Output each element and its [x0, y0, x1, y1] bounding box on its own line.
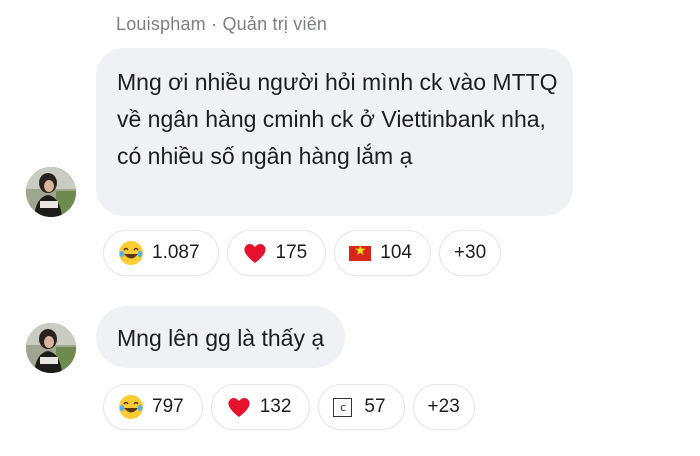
vietnam-flag-icon [349, 243, 372, 261]
author-name[interactable]: Louispham [116, 14, 206, 34]
comment-text: Mng ơi nhiều người hỏi mình ck vào MTTQ … [117, 69, 558, 169]
laughing-emoji-icon [119, 241, 143, 265]
laughing-emoji-icon [119, 395, 143, 419]
reaction-chip-flag[interactable]: 104 [334, 230, 431, 276]
comment-text: Mng lên gg là thấy ạ [117, 325, 325, 351]
avatar[interactable] [26, 167, 76, 217]
reaction-count: 1.087 [152, 242, 200, 263]
comment-thread: Louispham · Quản trị viên Mng ơi nhiều n… [0, 0, 700, 456]
separator: · [205, 14, 223, 34]
more-reactions-count: +30 [453, 242, 487, 263]
more-reactions-button[interactable]: +23 [412, 384, 475, 430]
more-reactions-button[interactable]: +30 [438, 230, 502, 276]
red-heart-icon [228, 398, 250, 417]
reaction-bar: 1.087 175 104 +30 [103, 230, 502, 276]
reaction-count: 132 [259, 396, 292, 417]
reaction-bar: 797 132 c 57 +23 [103, 384, 475, 430]
reaction-chip-heart[interactable]: 132 [210, 384, 311, 430]
comment-bubble[interactable]: Mng lên gg là thấy ạ [96, 306, 346, 368]
reaction-chip-laugh[interactable]: 797 [103, 384, 203, 430]
comment-bubble[interactable]: Mng ơi nhiều người hỏi mình ck vào MTTQ … [96, 48, 573, 216]
more-reactions-count: +23 [427, 396, 460, 417]
reaction-count: 797 [152, 396, 184, 417]
author-role-badge: Quản trị viên [222, 14, 328, 34]
avatar[interactable] [26, 323, 76, 373]
reaction-count: 175 [275, 242, 308, 263]
reaction-count: 57 [364, 396, 386, 417]
red-heart-icon [243, 244, 266, 263]
reaction-chip-boxed[interactable]: c 57 [318, 384, 405, 430]
comment-author-line: Louispham · Quản trị viên [116, 14, 327, 35]
boxed-c-icon: c [333, 397, 353, 417]
reaction-chip-heart[interactable]: 175 [226, 230, 327, 276]
reaction-chip-laugh[interactable]: 1.087 [103, 230, 219, 276]
reaction-count: 104 [380, 242, 412, 263]
